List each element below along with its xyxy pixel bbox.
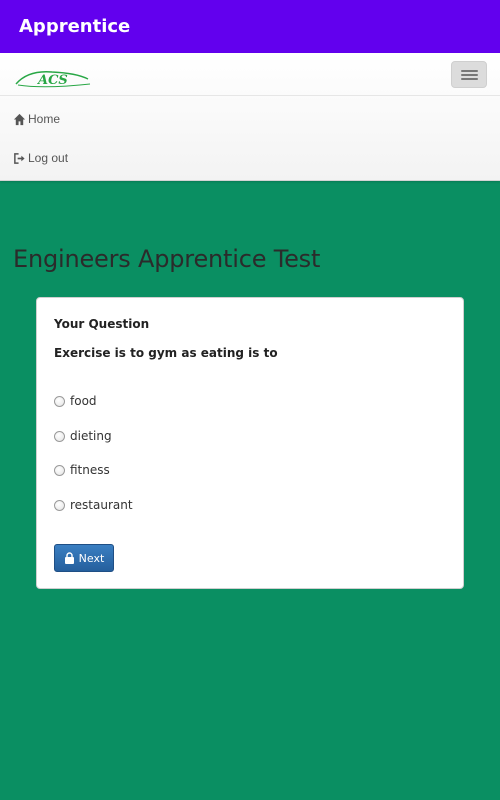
lock-icon [64,552,74,564]
question-heading: Your Question [54,317,150,331]
next-button-label: Next [78,551,105,565]
next-button[interactable]: Next [54,544,114,572]
svg-text:ACS: ACS [36,73,68,88]
menu-toggle-button[interactable] [451,61,487,88]
option-food[interactable]: food [54,393,97,409]
option-restaurant[interactable]: restaurant [54,497,133,513]
nav-item-label: Log out [28,151,69,165]
hamburger-icon [461,70,478,72]
radio-button[interactable] [54,395,65,407]
radio-button[interactable] [54,464,65,476]
nav-item-home[interactable]: Home [13,109,60,129]
question-card: Your Question Exercise is to gym as eati… [36,297,464,589]
option-label: fitness [70,463,110,477]
app-title: Apprentice [19,16,131,37]
app-bar: Apprentice [0,0,500,53]
radio-button[interactable] [54,430,65,442]
acs-logo[interactable]: ACS [14,67,96,89]
hamburger-icon-bar [461,74,478,76]
option-label: food [70,394,97,408]
option-label: restaurant [70,498,133,512]
radio-button[interactable] [54,499,65,511]
question-text: Exercise is to gym as eating is to [54,346,278,360]
navbar-header: ACS [0,53,500,96]
hamburger-icon-bar [461,78,478,80]
page-title: Engineers Apprentice Test [13,245,321,273]
nav-item-label: Home [28,112,61,126]
home-icon [13,113,26,125]
logout-icon [14,152,25,164]
navbar: ACS Home Log out [0,53,500,181]
nav-item-logout[interactable]: Log out [13,148,68,168]
option-fitness[interactable]: fitness [54,462,110,478]
option-dieting[interactable]: dieting [54,428,112,444]
option-label: dieting [70,429,112,443]
